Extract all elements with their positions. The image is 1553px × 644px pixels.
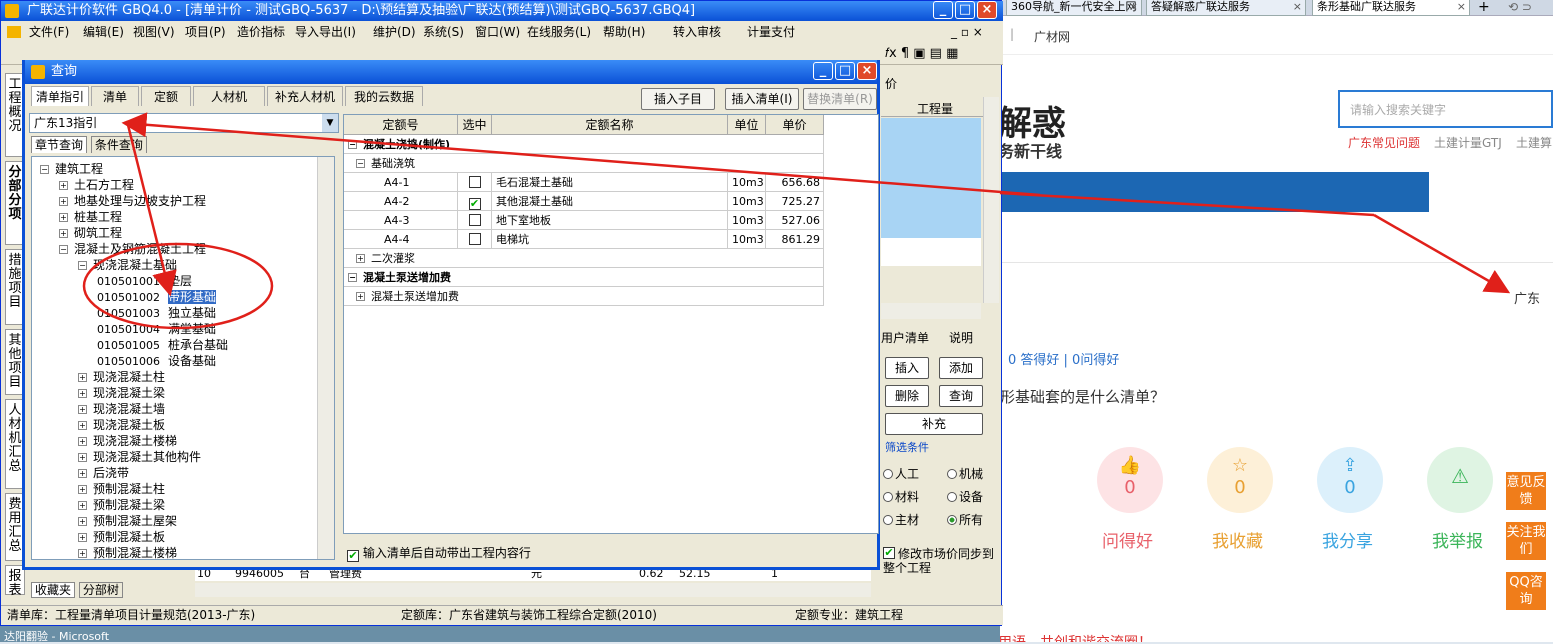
arrow-to-guide: [121, 112, 1041, 197]
highlight-ellipse: [82, 242, 274, 330]
arrow-line: [999, 191, 1375, 217]
annotation-overlay: [82, 112, 1511, 330]
arrow-to-strip-foundation: [126, 124, 177, 297]
arrow-to-region: [1373, 213, 1511, 294]
